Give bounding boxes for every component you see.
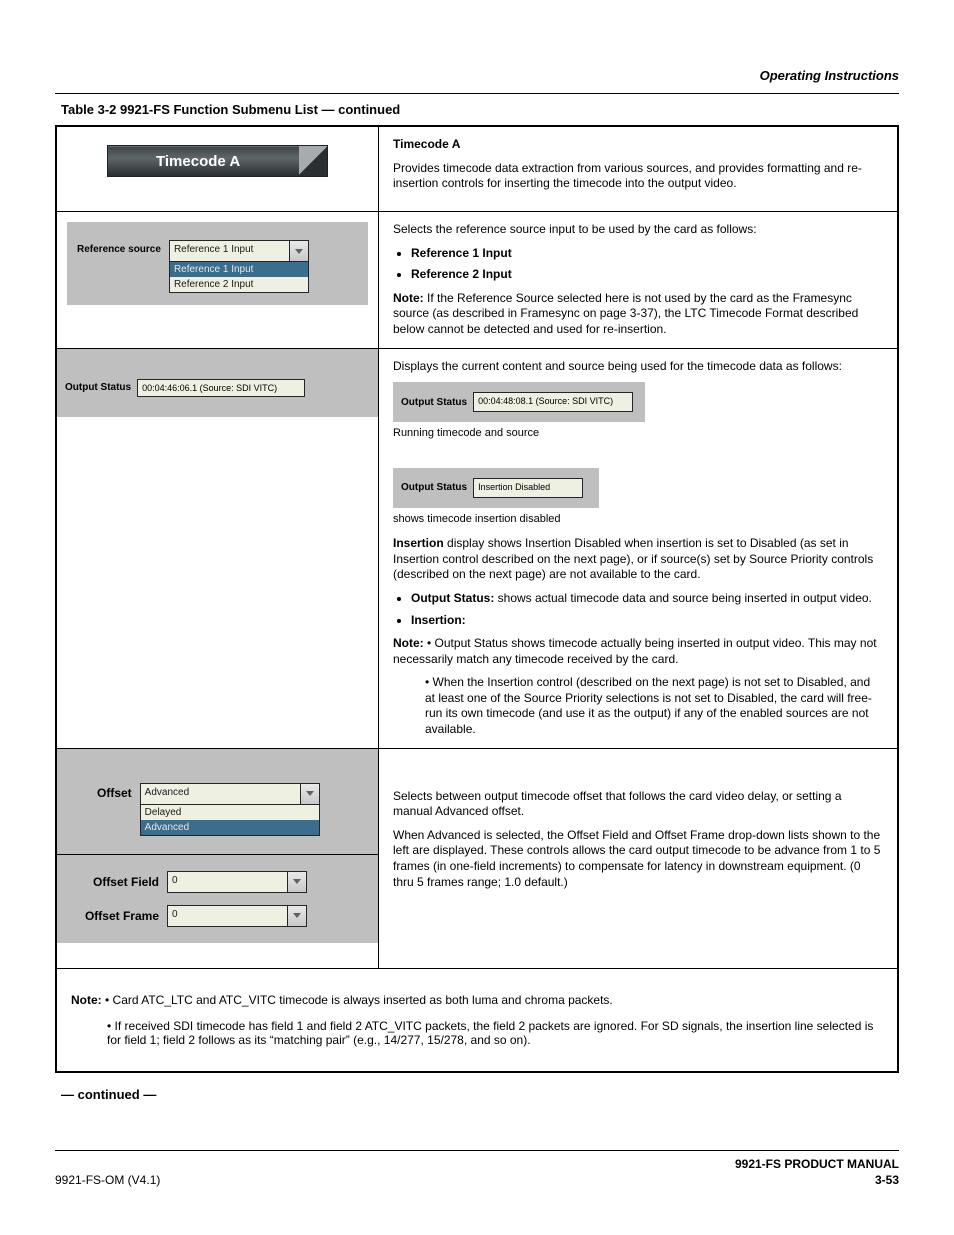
row5-note1: Card ATC_LTC and ATC_VITC timecode is al… bbox=[113, 993, 613, 1007]
offset-options[interactable]: Delayed Advanced bbox=[140, 805, 320, 836]
page-footer: 9921-FS PRODUCT MANUAL 9921-FS-OM (V4.1)… bbox=[55, 1150, 899, 1187]
banner-accent bbox=[299, 146, 327, 176]
offset-field-frame-panel: Offset Field 0 Offset Frame bbox=[57, 855, 378, 943]
row4-p2: When Advanced is selected, the Offset Fi… bbox=[393, 828, 883, 890]
offset-field-select[interactable]: 0 bbox=[167, 871, 307, 893]
reference-source-option[interactable]: Reference 2 Input bbox=[170, 277, 308, 292]
output-status-value: 00:04:46:06.1 (Source: SDI VITC) bbox=[137, 379, 305, 397]
offset-frame-label: Offset Frame bbox=[83, 909, 159, 923]
row3-note-a: Output Status shows timecode actually be… bbox=[393, 636, 877, 666]
offset-panel: Offset Advanced Delayed Advanced bbox=[57, 749, 378, 854]
reference-source-options[interactable]: Reference 1 Input Reference 2 Input bbox=[169, 262, 309, 293]
footer-left: 9921-FS-OM (V4.1) bbox=[55, 1173, 160, 1187]
row3-insertion-heading: Insertion bbox=[393, 536, 444, 550]
chevron-down-icon[interactable] bbox=[300, 784, 319, 804]
footer-right: 3-53 bbox=[875, 1173, 899, 1187]
row3-bullet-b: Insertion: bbox=[411, 613, 883, 629]
row5-note2: If received SDI timecode has field 1 and… bbox=[107, 1019, 873, 1047]
status-example-2: Output Status Insertion Disabled bbox=[393, 468, 599, 508]
reference-source-selected: Reference 1 Input bbox=[170, 241, 289, 261]
table-caption: Table 3-2 9921-FS Function Submenu List … bbox=[61, 102, 899, 117]
row5-note-label: Note: bbox=[71, 993, 102, 1007]
row2-note-body: If the Reference Source selected here is… bbox=[393, 291, 858, 336]
timecode-banner-title: Timecode A bbox=[156, 153, 240, 170]
offset-select[interactable]: Advanced bbox=[140, 783, 320, 805]
output-status-label: Output Status bbox=[65, 382, 131, 393]
status1-label: Output Status bbox=[401, 396, 467, 409]
row1-body: Provides timecode data extraction from v… bbox=[393, 161, 883, 192]
reference-source-label: Reference source bbox=[77, 240, 161, 255]
status1-caption: Running timecode and source bbox=[393, 426, 883, 440]
row2-intro: Selects the reference source input to be… bbox=[393, 222, 883, 238]
offset-selected: Advanced bbox=[141, 784, 300, 804]
status-example-1: Output Status 00:04:48:08.1 (Source: SDI… bbox=[393, 382, 645, 422]
offset-option[interactable]: Advanced bbox=[141, 820, 319, 835]
timecode-banner: Timecode A bbox=[107, 145, 328, 177]
chevron-down-icon[interactable] bbox=[287, 906, 306, 926]
row3-note-label: Note: bbox=[393, 636, 424, 650]
footer-doc: 9921-FS PRODUCT MANUAL bbox=[735, 1157, 899, 1171]
chevron-down-icon[interactable] bbox=[287, 872, 306, 892]
reference-source-select[interactable]: Reference 1 Input bbox=[169, 240, 309, 262]
row1-heading: Timecode A bbox=[393, 137, 460, 151]
offset-label: Offset bbox=[97, 783, 132, 800]
offset-field-value: 0 bbox=[168, 872, 287, 892]
reference-source-panel: Reference source Reference 1 Input Refer… bbox=[67, 222, 368, 305]
status2-label: Output Status bbox=[401, 481, 467, 494]
row2-li1: Reference 1 Input bbox=[411, 246, 883, 262]
status2-value: Insertion Disabled bbox=[473, 478, 583, 498]
row3-note-b: When the Insertion control (described on… bbox=[425, 675, 872, 736]
offset-frame-select[interactable]: 0 bbox=[167, 905, 307, 927]
row3-bullet-a: Output Status: shows actual timecode dat… bbox=[411, 591, 883, 607]
status2-caption: shows timecode insertion disabled bbox=[393, 512, 883, 526]
offset-option[interactable]: Delayed bbox=[141, 805, 319, 820]
row4-p1: Selects between output timecode offset t… bbox=[393, 789, 883, 820]
offset-frame-value: 0 bbox=[168, 906, 287, 926]
function-table: Timecode A Timecode A Provides timecode … bbox=[55, 125, 899, 1073]
continued-label: — continued — bbox=[61, 1087, 899, 1102]
row2-li2: Reference 2 Input bbox=[411, 267, 883, 283]
header-rule bbox=[55, 93, 899, 94]
row2-note-label: Note: bbox=[393, 291, 424, 305]
output-status-panel: Output Status 00:04:46:06.1 (Source: SDI… bbox=[57, 349, 378, 417]
running-head: Operating Instructions bbox=[55, 68, 899, 83]
status1-value: 00:04:48:08.1 (Source: SDI VITC) bbox=[473, 392, 633, 412]
row3-intro: Displays the current content and source … bbox=[393, 359, 883, 375]
offset-field-label: Offset Field bbox=[83, 875, 159, 889]
row3-insertion-body: display shows Insertion Disabled when in… bbox=[393, 536, 873, 581]
chevron-down-icon[interactable] bbox=[289, 241, 308, 261]
footer-rule bbox=[55, 1150, 899, 1151]
reference-source-option[interactable]: Reference 1 Input bbox=[170, 262, 308, 277]
